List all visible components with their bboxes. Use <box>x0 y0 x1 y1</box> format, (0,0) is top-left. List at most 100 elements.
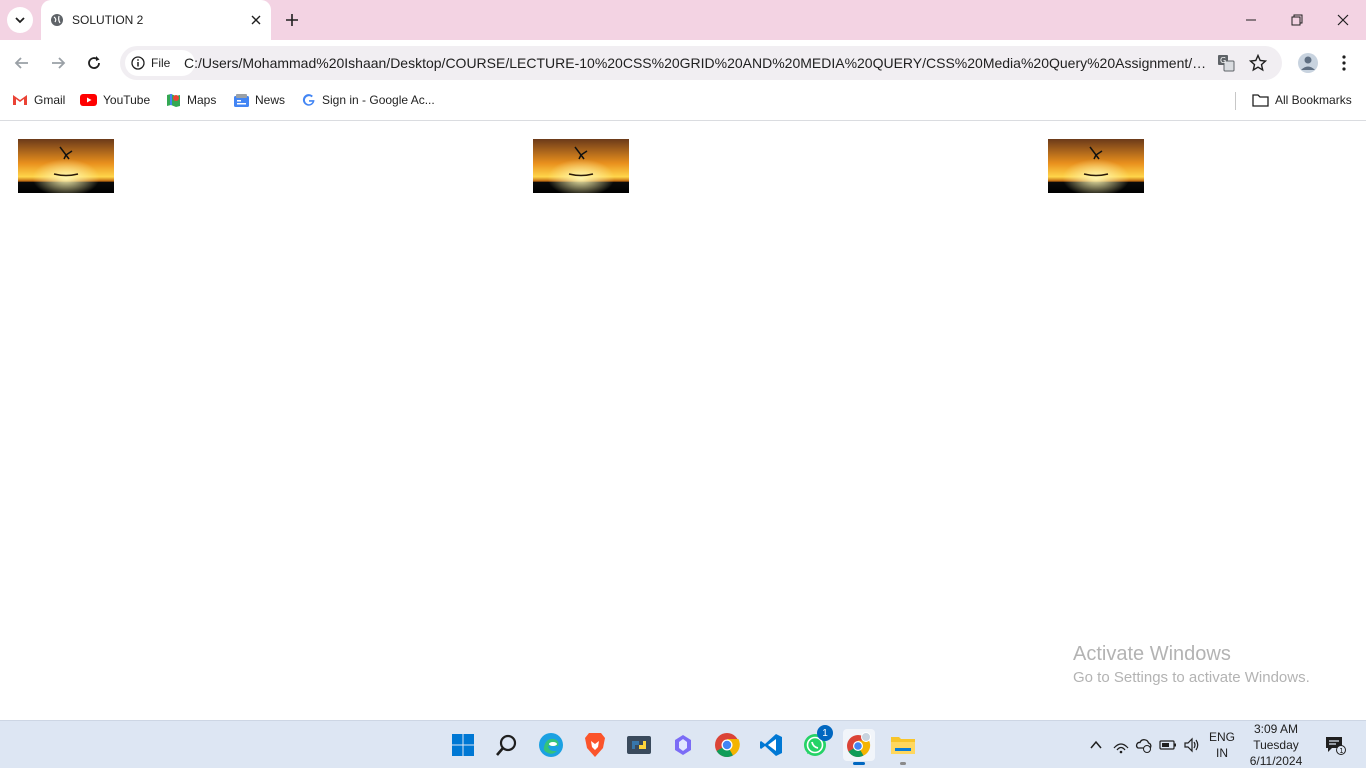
tab-active[interactable]: SOLUTION 2 <box>41 0 271 40</box>
minimize-icon <box>1246 19 1256 21</box>
avatar-icon <box>1298 53 1318 73</box>
forward-arrow-icon <box>52 57 66 69</box>
input-language-button[interactable]: ENG IN <box>1206 729 1238 761</box>
running-indicator <box>900 762 906 765</box>
clock-day: Tuesday <box>1253 738 1299 752</box>
news-icon <box>234 93 249 107</box>
python-icon <box>627 736 651 754</box>
watermark-title: Activate Windows <box>1073 643 1231 665</box>
region-label: IN <box>1216 746 1228 760</box>
tray-onedrive[interactable] <box>1134 735 1154 755</box>
restore-button[interactable] <box>1283 6 1311 34</box>
tab-title: SOLUTION 2 <box>72 13 144 27</box>
forward-button[interactable] <box>44 49 72 77</box>
bookmark-maps[interactable]: Maps <box>166 90 216 110</box>
kebab-menu-icon <box>1342 55 1346 71</box>
tab-search-button[interactable] <box>7 7 33 33</box>
restore-icon <box>1291 14 1303 26</box>
bookmark-youtube[interactable]: YouTube <box>80 90 150 110</box>
search-icon <box>496 734 517 756</box>
close-window-button[interactable] <box>1329 6 1357 34</box>
globe-icon <box>51 14 63 26</box>
speaker-icon <box>1184 737 1199 753</box>
sunset-image <box>533 139 629 193</box>
reload-icon <box>88 56 100 69</box>
bookmarks-divider <box>1235 92 1236 110</box>
bookmark-label: Maps <box>187 93 217 107</box>
sunset-image <box>1048 139 1144 193</box>
browser-chrome: SOLUTION 2 File C:/Users/Mohammad%20Isha… <box>0 0 1366 121</box>
taskbar: 1 ENG IN 3:09 AM Tuesday 6/11/2024 1 <box>0 720 1366 768</box>
taskbar-file-explorer[interactable] <box>887 729 919 765</box>
notification-count: 1 <box>1339 747 1343 755</box>
taskbar-search-button[interactable] <box>491 729 523 761</box>
bookmark-google-signin[interactable]: Sign in - Google Ac... <box>302 90 435 110</box>
bookmark-label: YouTube <box>103 93 151 107</box>
all-bookmarks-button[interactable]: All Bookmarks <box>1252 90 1352 110</box>
bookmark-news[interactable]: News <box>234 90 285 110</box>
taskbar-chrome-profile[interactable] <box>843 729 875 765</box>
folder-icon <box>1252 94 1269 107</box>
gmail-icon <box>13 95 27 105</box>
show-hidden-icons-button[interactable] <box>1086 735 1106 755</box>
minimize-button[interactable] <box>1237 6 1265 34</box>
info-icon <box>131 56 145 70</box>
tray-network[interactable] <box>1111 735 1131 755</box>
tray-volume[interactable] <box>1182 735 1202 755</box>
cloud-sync-icon <box>1135 739 1152 753</box>
bookmark-gmail[interactable]: Gmail <box>12 90 65 110</box>
url-text: C:/Users/Mohammad%20Ishaan/Desktop/COURS… <box>184 55 1214 71</box>
svg-text:G: G <box>1220 56 1226 65</box>
address-bar[interactable]: File C:/Users/Mohammad%20Ishaan/Desktop/… <box>120 46 1282 80</box>
page-content: Activate Windows Go to Settings to activ… <box>0 121 1366 720</box>
clock-button[interactable]: 3:09 AM Tuesday 6/11/2024 <box>1244 721 1308 769</box>
menu-button[interactable] <box>1330 49 1358 77</box>
taskbar-edge[interactable] <box>535 729 567 761</box>
sunset-image <box>18 139 114 193</box>
chevron-down-icon <box>15 17 25 24</box>
bookmark-label: Sign in - Google Ac... <box>322 93 435 107</box>
notifications-button[interactable]: 1 <box>1322 735 1348 755</box>
tab-close-button[interactable] <box>247 11 265 29</box>
chrome-icon <box>715 733 740 758</box>
chrome-profile-icon <box>847 732 871 757</box>
taskbar-brave[interactable] <box>579 729 611 761</box>
maps-icon <box>167 93 180 107</box>
bookmarks-bar: Gmail YouTube Maps News Sign in - Google… <box>0 86 1366 114</box>
active-indicator <box>853 762 865 765</box>
bookmark-label: Gmail <box>34 93 66 107</box>
profile-button[interactable] <box>1294 49 1322 77</box>
back-button[interactable] <box>8 49 36 77</box>
tab-strip: SOLUTION 2 <box>0 0 1366 40</box>
taskbar-whatsapp[interactable]: 1 <box>799 725 833 761</box>
close-icon <box>1337 14 1349 26</box>
new-tab-button[interactable] <box>282 10 302 30</box>
reload-button[interactable] <box>80 49 108 77</box>
notification-icon: 1 <box>1326 737 1346 755</box>
taskbar-chrome[interactable] <box>711 729 743 761</box>
star-icon <box>1249 54 1267 72</box>
activate-windows-watermark: Activate Windows Go to Settings to activ… <box>1073 643 1310 686</box>
plus-icon <box>286 14 298 26</box>
bookmark-label: News <box>255 93 286 107</box>
taskbar-copilot[interactable] <box>667 729 699 761</box>
toolbar: File C:/Users/Mohammad%20Ishaan/Desktop/… <box>0 40 1366 86</box>
vscode-icon <box>760 734 782 756</box>
start-button[interactable] <box>447 729 479 761</box>
taskbar-python[interactable] <box>623 729 655 761</box>
copilot-icon <box>675 735 691 755</box>
scheme-label: File <box>151 56 171 70</box>
tray-battery[interactable] <box>1158 735 1178 755</box>
edge-icon <box>539 733 563 757</box>
chevron-up-icon <box>1090 740 1102 749</box>
translate-button[interactable]: G <box>1216 53 1236 73</box>
all-bookmarks-label: All Bookmarks <box>1275 93 1352 107</box>
start-icon <box>452 734 474 756</box>
bookmark-star-button[interactable] <box>1248 53 1268 73</box>
watermark-subtitle: Go to Settings to activate Windows. <box>1073 669 1310 686</box>
clock-time: 3:09 AM <box>1253 722 1299 736</box>
taskbar-vscode[interactable] <box>755 729 787 761</box>
file-explorer-icon <box>891 737 915 754</box>
wifi-icon <box>1113 743 1129 754</box>
clock-date: 6/11/2024 <box>1249 754 1303 768</box>
